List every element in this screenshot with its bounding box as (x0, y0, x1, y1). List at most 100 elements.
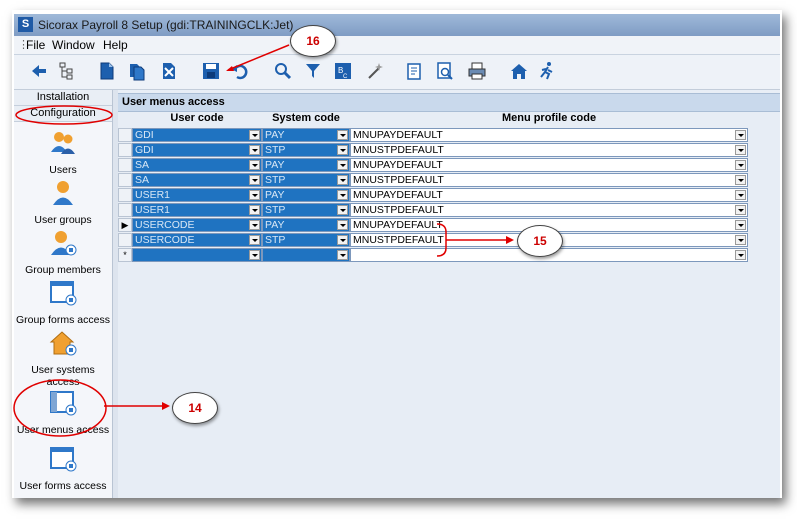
chevron-down-icon[interactable] (337, 130, 348, 140)
row-selector[interactable] (118, 158, 132, 172)
row-selector[interactable]: * (118, 248, 132, 262)
column-header-user-code[interactable]: User code (132, 112, 262, 127)
table-row[interactable]: GDI STP MNUSTPDEFAULT (118, 143, 780, 157)
new-doc-icon[interactable] (96, 60, 118, 82)
chevron-down-icon[interactable] (249, 250, 260, 260)
sidebar-item-user-menus-access[interactable]: User menus access (14, 388, 112, 436)
system-code-cell[interactable]: STP (262, 173, 350, 187)
delete-doc-icon[interactable] (158, 60, 180, 82)
system-code-cell[interactable]: PAY (262, 218, 350, 232)
chevron-down-icon[interactable] (735, 235, 746, 245)
row-selector[interactable] (118, 143, 132, 157)
user-code-cell[interactable]: USERCODE (132, 218, 262, 232)
menu-profile-code-cell[interactable]: MNUSTPDEFAULT (350, 173, 748, 187)
sidebar-item-group-members[interactable]: Group members (14, 228, 112, 276)
chevron-down-icon[interactable] (337, 190, 348, 200)
chevron-down-icon[interactable] (337, 145, 348, 155)
row-selector[interactable] (118, 173, 132, 187)
search-icon[interactable] (272, 60, 294, 82)
save-icon[interactable] (200, 60, 222, 82)
user-code-cell[interactable] (132, 248, 262, 262)
menu-profile-code-cell[interactable]: MNUPAYDEFAULT (350, 188, 748, 202)
preview-icon[interactable] (434, 60, 456, 82)
report-icon[interactable] (404, 60, 426, 82)
print-icon[interactable] (466, 60, 488, 82)
chevron-down-icon[interactable] (249, 130, 260, 140)
row-selector[interactable] (118, 233, 132, 247)
system-code-cell[interactable]: PAY (262, 128, 350, 142)
system-code-cell[interactable]: PAY (262, 158, 350, 172)
table-row[interactable]: SA STP MNUSTPDEFAULT (118, 173, 780, 187)
chevron-down-icon[interactable] (337, 175, 348, 185)
row-selector[interactable]: ▶ (118, 218, 132, 232)
sidebar-tab-installation[interactable]: Installation (14, 90, 112, 106)
wand-icon[interactable] (364, 60, 386, 82)
chevron-down-icon[interactable] (249, 190, 260, 200)
column-header-menu-profile-code[interactable]: Menu profile code (350, 112, 748, 127)
chevron-down-icon[interactable] (249, 220, 260, 230)
chevron-down-icon[interactable] (249, 235, 260, 245)
sidebar-item-user-groups[interactable]: User groups (14, 178, 112, 226)
tree-icon[interactable] (56, 60, 78, 82)
system-code-cell[interactable]: STP (262, 203, 350, 217)
back-icon[interactable] (28, 60, 50, 82)
table-row[interactable]: SA PAY MNUPAYDEFAULT (118, 158, 780, 172)
table-row[interactable]: USERCODE STP MNUSTPDEFAULT (118, 233, 780, 247)
table-row[interactable]: ▶ USERCODE PAY MNUPAYDEFAULT (118, 218, 780, 232)
chevron-down-icon[interactable] (337, 235, 348, 245)
user-code-cell[interactable]: USER1 (132, 203, 262, 217)
row-selector[interactable] (118, 203, 132, 217)
menu-window[interactable]: Window (52, 38, 95, 52)
sidebar-item-user-forms-access[interactable]: User forms access (14, 444, 112, 492)
chevron-down-icon[interactable] (337, 220, 348, 230)
user-code-cell[interactable]: SA (132, 158, 262, 172)
system-code-cell[interactable]: STP (262, 233, 350, 247)
menu-file[interactable]: File (26, 38, 45, 52)
sidebar-item-group-forms-access[interactable]: Group forms access (14, 278, 112, 326)
copy-doc-icon[interactable] (126, 60, 148, 82)
undo-icon[interactable] (228, 60, 250, 82)
chevron-down-icon[interactable] (735, 220, 746, 230)
row-selector[interactable] (118, 128, 132, 142)
row-selector[interactable] (118, 188, 132, 202)
new-row[interactable]: * (118, 248, 780, 262)
user-code-cell[interactable]: USERCODE (132, 233, 262, 247)
menu-profile-code-cell[interactable]: MNUSTPDEFAULT (350, 203, 748, 217)
chevron-down-icon[interactable] (735, 175, 746, 185)
home-icon[interactable] (508, 60, 530, 82)
user-code-cell[interactable]: USER1 (132, 188, 262, 202)
system-code-cell[interactable]: PAY (262, 188, 350, 202)
sidebar-item-users[interactable]: Users (14, 128, 112, 176)
filter-icon[interactable] (302, 60, 324, 82)
chevron-down-icon[interactable] (735, 205, 746, 215)
abc-icon[interactable]: BC (332, 60, 354, 82)
table-row[interactable]: USER1 STP MNUSTPDEFAULT (118, 203, 780, 217)
sidebar-item-user-systems-access[interactable]: User systems access (14, 328, 112, 388)
user-code-cell[interactable]: GDI (132, 143, 262, 157)
chevron-down-icon[interactable] (735, 130, 746, 140)
user-code-cell[interactable]: SA (132, 173, 262, 187)
chevron-down-icon[interactable] (249, 160, 260, 170)
chevron-down-icon[interactable] (735, 250, 746, 260)
exit-icon[interactable] (536, 60, 558, 82)
user-code-cell[interactable]: GDI (132, 128, 262, 142)
menu-profile-code-cell[interactable]: MNUPAYDEFAULT (350, 158, 748, 172)
chevron-down-icon[interactable] (337, 160, 348, 170)
menu-profile-code-cell[interactable]: MNUSTPDEFAULT (350, 143, 748, 157)
system-code-cell[interactable] (262, 248, 350, 262)
chevron-down-icon[interactable] (337, 250, 348, 260)
column-header-system-code[interactable]: System code (262, 112, 350, 127)
menu-profile-code-cell[interactable]: MNUPAYDEFAULT (350, 128, 748, 142)
chevron-down-icon[interactable] (735, 145, 746, 155)
chevron-down-icon[interactable] (735, 160, 746, 170)
chevron-down-icon[interactable] (249, 205, 260, 215)
table-row[interactable]: USER1 PAY MNUPAYDEFAULT (118, 188, 780, 202)
chevron-down-icon[interactable] (337, 205, 348, 215)
menu-help[interactable]: Help (103, 38, 128, 52)
chevron-down-icon[interactable] (249, 145, 260, 155)
chevron-down-icon[interactable] (735, 190, 746, 200)
sidebar-tab-configuration[interactable]: Configuration (14, 106, 112, 122)
table-row[interactable]: GDI PAY MNUPAYDEFAULT (118, 128, 780, 142)
system-code-cell[interactable]: STP (262, 143, 350, 157)
chevron-down-icon[interactable] (249, 175, 260, 185)
